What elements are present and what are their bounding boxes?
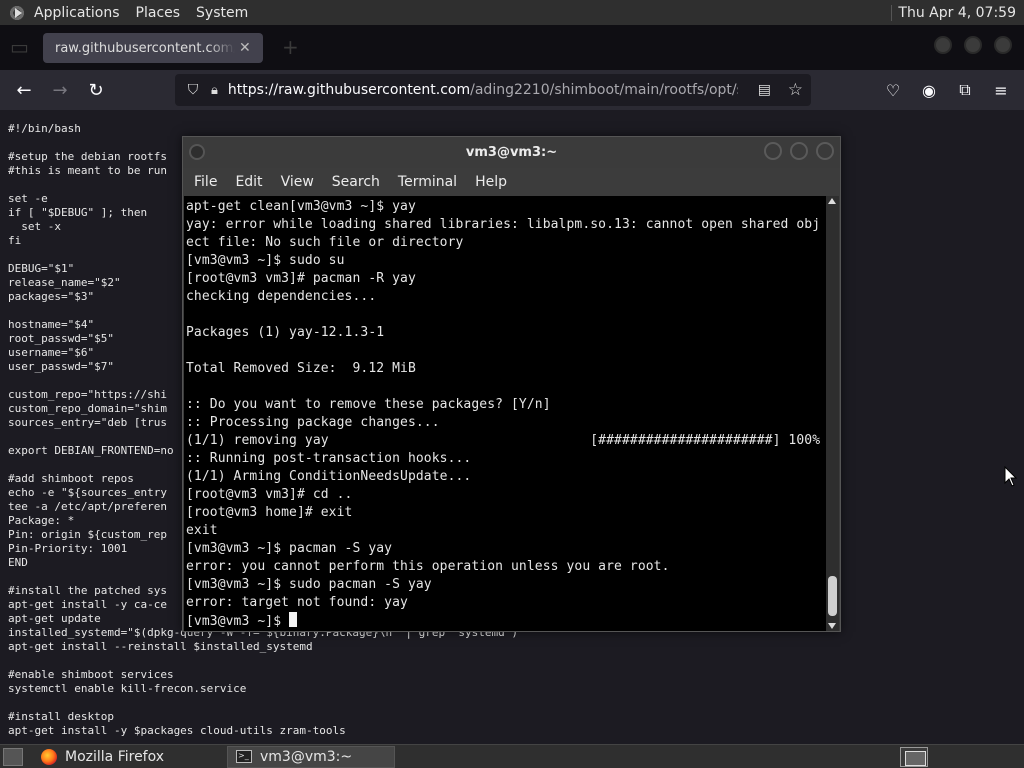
bottom-panel: Mozilla Firefox >_ vm3@vm3:~ bbox=[0, 744, 1024, 768]
hamburger-menu-icon[interactable]: ≡ bbox=[988, 76, 1014, 104]
scroll-down-icon[interactable] bbox=[828, 623, 836, 629]
firefox-view-icon[interactable]: ▭ bbox=[10, 35, 29, 59]
terminal-output[interactable]: apt-get clean[vm3@vm3 ~]$ yay yay: error… bbox=[184, 196, 827, 631]
menu-places[interactable]: Places bbox=[128, 5, 189, 21]
terminal-history: apt-get clean[vm3@vm3 ~]$ yay yay: error… bbox=[186, 199, 821, 610]
scrollbar-thumb[interactable] bbox=[828, 576, 837, 616]
new-tab-icon[interactable]: + bbox=[282, 35, 299, 59]
window-menu-icon[interactable] bbox=[189, 144, 205, 160]
scroll-up-icon[interactable] bbox=[828, 198, 836, 204]
terminal-title: vm3@vm3:~ bbox=[465, 145, 558, 160]
url-text[interactable]: https://raw.githubusercontent.com/ading2… bbox=[228, 82, 738, 98]
tab-title: raw.githubusercontent.com/ading2210/shim… bbox=[55, 40, 235, 56]
menu-view[interactable]: View bbox=[272, 174, 323, 190]
url-bar[interactable]: ⛉ 🔒︎ https://raw.githubusercontent.com/a… bbox=[175, 74, 811, 106]
terminal-window: vm3@vm3:~ File Edit View Search Terminal… bbox=[182, 136, 841, 632]
minimize-button[interactable] bbox=[934, 36, 952, 54]
menu-file[interactable]: File bbox=[185, 174, 226, 190]
terminal-scrollbar[interactable] bbox=[826, 196, 839, 631]
lock-icon[interactable]: 🔒︎ bbox=[211, 83, 218, 98]
toolbar-right: ♡ ◉ ⧉ ≡ bbox=[880, 76, 1014, 104]
menu-applications[interactable]: Applications bbox=[26, 5, 128, 21]
account-icon[interactable]: ◉ bbox=[916, 76, 942, 104]
back-arrow-icon[interactable]: ← bbox=[10, 76, 38, 104]
terminal-close-button[interactable] bbox=[816, 142, 834, 160]
tab-bar: ▭ raw.githubusercontent.com/ading2210/sh… bbox=[0, 25, 1024, 70]
terminal-icon: >_ bbox=[236, 750, 252, 763]
terminal-maximize-button[interactable] bbox=[790, 142, 808, 160]
menu-search[interactable]: Search bbox=[323, 174, 389, 190]
firefox-icon bbox=[41, 748, 57, 765]
show-desktop-button[interactable] bbox=[3, 747, 23, 766]
taskbar-terminal[interactable]: >_ vm3@vm3:~ bbox=[227, 745, 395, 768]
menu-system[interactable]: System bbox=[188, 5, 256, 21]
workspace-switcher[interactable] bbox=[900, 747, 928, 767]
clock[interactable]: Thu Apr 4, 07:59 bbox=[891, 4, 1024, 21]
browser-tab[interactable]: raw.githubusercontent.com/ading2210/shim… bbox=[43, 33, 263, 63]
taskbar-firefox-label: Mozilla Firefox bbox=[65, 748, 165, 765]
firefox-window-controls bbox=[934, 36, 1012, 54]
bookmark-star-icon[interactable]: ☆ bbox=[788, 80, 803, 100]
reader-view-icon[interactable]: ▤ bbox=[758, 82, 771, 98]
taskbar-firefox[interactable]: Mozilla Firefox bbox=[33, 746, 223, 768]
terminal-window-controls bbox=[764, 142, 834, 160]
menu-terminal[interactable]: Terminal bbox=[389, 174, 466, 190]
terminal-titlebar[interactable]: vm3@vm3:~ bbox=[183, 137, 840, 168]
url-host: https://raw.githubusercontent.com bbox=[227, 82, 471, 98]
top-panel: Applications Places System Thu Apr 4, 07… bbox=[0, 0, 1024, 25]
forward-arrow-icon[interactable]: → bbox=[46, 76, 74, 104]
close-button[interactable] bbox=[994, 36, 1012, 54]
taskbar-terminal-label: vm3@vm3:~ bbox=[260, 748, 353, 765]
terminal-menubar: File Edit View Search Terminal Help bbox=[183, 168, 840, 196]
menu-edit[interactable]: Edit bbox=[226, 174, 271, 190]
pocket-icon[interactable]: ♡ bbox=[880, 76, 906, 104]
url-path: /ading2210/shimboot/main/rootfs/opt/setu… bbox=[470, 82, 738, 98]
menu-help[interactable]: Help bbox=[466, 174, 516, 190]
reload-icon[interactable]: ↻ bbox=[82, 76, 110, 104]
terminal-prompt: [vm3@vm3 ~]$ bbox=[186, 614, 290, 629]
top-menu: Applications Places System bbox=[26, 0, 256, 25]
extensions-icon[interactable]: ⧉ bbox=[952, 76, 978, 104]
tab-close-icon[interactable]: ✕ bbox=[239, 40, 251, 56]
maximize-button[interactable] bbox=[964, 36, 982, 54]
text-cursor bbox=[289, 612, 298, 627]
tracking-shield-icon[interactable]: ⛉ bbox=[185, 82, 201, 98]
navigation-bar: ← → ↻ ⛉ 🔒︎ https://raw.githubusercontent… bbox=[0, 70, 1024, 110]
debian-menu-icon[interactable] bbox=[8, 3, 26, 22]
terminal-minimize-button[interactable] bbox=[764, 142, 782, 160]
